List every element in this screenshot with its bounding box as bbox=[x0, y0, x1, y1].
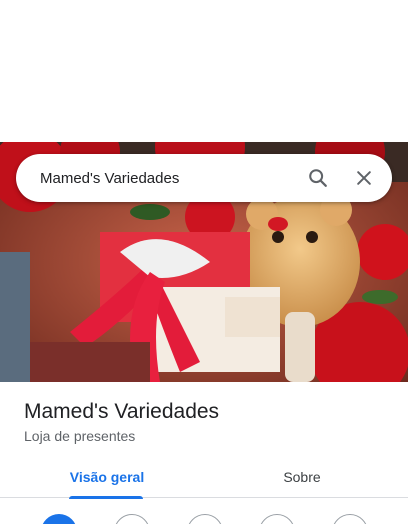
place-title: Mamed's Variedades bbox=[24, 400, 220, 423]
share-button[interactable] bbox=[332, 514, 368, 524]
action-buttons-row bbox=[0, 498, 408, 524]
search-icon bbox=[309, 169, 327, 187]
map-blank-area bbox=[0, 0, 408, 142]
tab-overview-label: Visão geral bbox=[69, 469, 145, 485]
close-button[interactable] bbox=[346, 160, 382, 196]
place-tabs: Visão geral Sobre bbox=[0, 456, 408, 499]
search-bar[interactable]: Mamed's Variedades bbox=[16, 154, 392, 202]
search-button[interactable] bbox=[300, 160, 336, 196]
place-category[interactable]: Loja de presentes bbox=[24, 428, 135, 444]
directions-button[interactable] bbox=[41, 514, 77, 524]
tab-about[interactable]: Sobre bbox=[247, 456, 357, 498]
tab-about-label: Sobre bbox=[283, 469, 321, 485]
search-input[interactable]: Mamed's Variedades bbox=[16, 170, 300, 187]
close-icon bbox=[357, 171, 371, 185]
tab-overview[interactable]: Visão geral bbox=[52, 456, 162, 499]
send-to-phone-button[interactable] bbox=[259, 514, 295, 524]
save-button[interactable] bbox=[114, 514, 150, 524]
nearby-button[interactable] bbox=[187, 514, 223, 524]
